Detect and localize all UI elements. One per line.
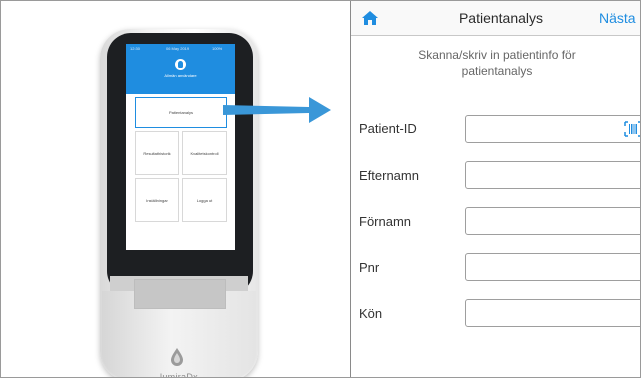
patient-id-field[interactable] — [465, 115, 641, 143]
device-illustration: lumiraDx 12:30 06 May 2019 100% Allmän a… — [1, 1, 350, 378]
home-icon[interactable] — [361, 9, 379, 27]
page-title: Patientanalys — [458, 10, 544, 26]
pnr-label: Pnr — [359, 260, 380, 275]
device-tile-kvalitetskontroll[interactable]: Kvalitetskontroll — [182, 131, 227, 175]
kon-field[interactable] — [465, 299, 640, 327]
barcode-scan-icon[interactable] — [624, 121, 641, 137]
status-time: 12:30 — [130, 46, 141, 51]
pnr-field[interactable] — [465, 253, 640, 281]
fornamn-field[interactable] — [465, 207, 640, 235]
kon-label: Kön — [359, 306, 383, 321]
drop-logo-icon — [171, 348, 183, 366]
strip-tab — [134, 279, 226, 309]
device-status-bar: 12:30 06 May 2019 100% — [126, 46, 235, 52]
top-nav-bar: Patientanalys Nästa — [351, 1, 640, 36]
next-button[interactable]: Nästa — [599, 1, 636, 35]
fornamn-label: Förnamn — [359, 214, 412, 229]
device-tile-resultathistorik[interactable]: Resultathistorik — [135, 131, 179, 175]
arrow-right-icon — [223, 97, 331, 123]
figure-frame: lumiraDx 12:30 06 May 2019 100% Allmän a… — [0, 0, 641, 378]
device-tile-patientanalys[interactable]: Patientanalys — [135, 97, 227, 128]
device-tile-logga-ut[interactable]: Logga ut — [182, 178, 227, 222]
status-battery: 100% — [212, 46, 223, 51]
status-date: 06 May 2019 — [166, 46, 190, 51]
user-avatar-icon — [175, 59, 186, 70]
device-screen-header: 12:30 06 May 2019 100% Allmän användare — [126, 44, 235, 94]
device-screen: 12:30 06 May 2019 100% Allmän användare … — [126, 44, 235, 250]
patient-id-label: Patient-ID — [359, 121, 417, 136]
instruction-text: Skanna/skriv in patientinfo för patienta… — [418, 48, 576, 78]
device-tile-installningar[interactable]: Inställningar — [135, 178, 179, 222]
brand-logo-text: lumiraDx — [160, 372, 198, 378]
device-user-label: Allmän användare — [164, 73, 197, 78]
efternamn-label: Efternamn — [359, 168, 419, 183]
patient-analysis-panel: Patientanalys Nästa Skanna/skriv in pati… — [351, 1, 641, 377]
efternamn-field[interactable] — [465, 161, 640, 189]
